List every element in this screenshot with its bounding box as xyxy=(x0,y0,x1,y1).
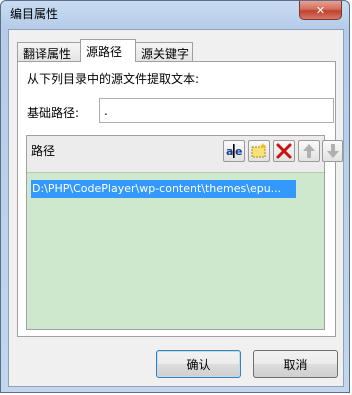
path-list[interactable]: D:\PHP\CodePlayer\wp-content\themes\epu.… xyxy=(27,172,324,329)
dialog-client-area: 翻译属性 源路径 源关键字 从下列目录中的源文件提取文本: 基础路径: 路径 a xyxy=(8,29,344,387)
move-down-button[interactable] xyxy=(322,140,343,162)
tab-translation-properties[interactable]: 翻译属性 xyxy=(17,42,81,61)
tab-source-paths[interactable]: 源路径 xyxy=(80,39,136,62)
tab-label: 源路径 xyxy=(86,45,123,59)
instruction-text: 从下列目录中的源文件提取文本: xyxy=(27,72,200,86)
path-list-box: 路径 a e D:\PHP\CodePlayer\wp-content\them… xyxy=(26,135,343,330)
cancel-button[interactable]: 取消 xyxy=(253,350,338,378)
path-list-header: 路径 a e xyxy=(27,136,343,172)
dialog-window: 编目属性 ✕ 翻译属性 源路径 源关键字 从下列目录中的源文件提取文本: 基础路… xyxy=(0,0,350,393)
svg-text:e: e xyxy=(235,145,242,158)
source-paths-panel: 从下列目录中的源文件提取文本: 基础路径: 路径 a e xyxy=(17,61,343,337)
tab-label: 翻译属性 xyxy=(23,47,72,61)
move-up-icon xyxy=(303,144,315,158)
rename-button[interactable]: a e xyxy=(223,140,245,162)
close-button[interactable]: ✕ xyxy=(299,1,342,20)
delete-button[interactable] xyxy=(273,140,295,162)
tab-source-keywords[interactable]: 源关键字 xyxy=(135,42,193,61)
delete-icon xyxy=(276,143,292,159)
title-bar[interactable]: 编目属性 ✕ xyxy=(1,1,349,26)
new-folder-button[interactable] xyxy=(248,140,270,162)
tab-label: 源关键字 xyxy=(141,47,190,61)
base-path-label: 基础路径: xyxy=(27,106,80,120)
ok-button[interactable]: 确认 xyxy=(156,350,241,378)
base-path-input[interactable] xyxy=(99,98,334,123)
path-list-label: 路径 xyxy=(31,144,56,158)
path-list-item[interactable]: D:\PHP\CodePlayer\wp-content\themes\epu.… xyxy=(31,180,296,198)
svg-text:a: a xyxy=(226,145,233,158)
rename-icon: a e xyxy=(226,144,242,158)
close-icon: ✕ xyxy=(315,3,326,17)
move-down-icon xyxy=(326,144,339,158)
window-title: 编目属性 xyxy=(10,7,59,21)
move-up-button[interactable] xyxy=(298,140,320,162)
new-folder-icon xyxy=(251,143,266,158)
